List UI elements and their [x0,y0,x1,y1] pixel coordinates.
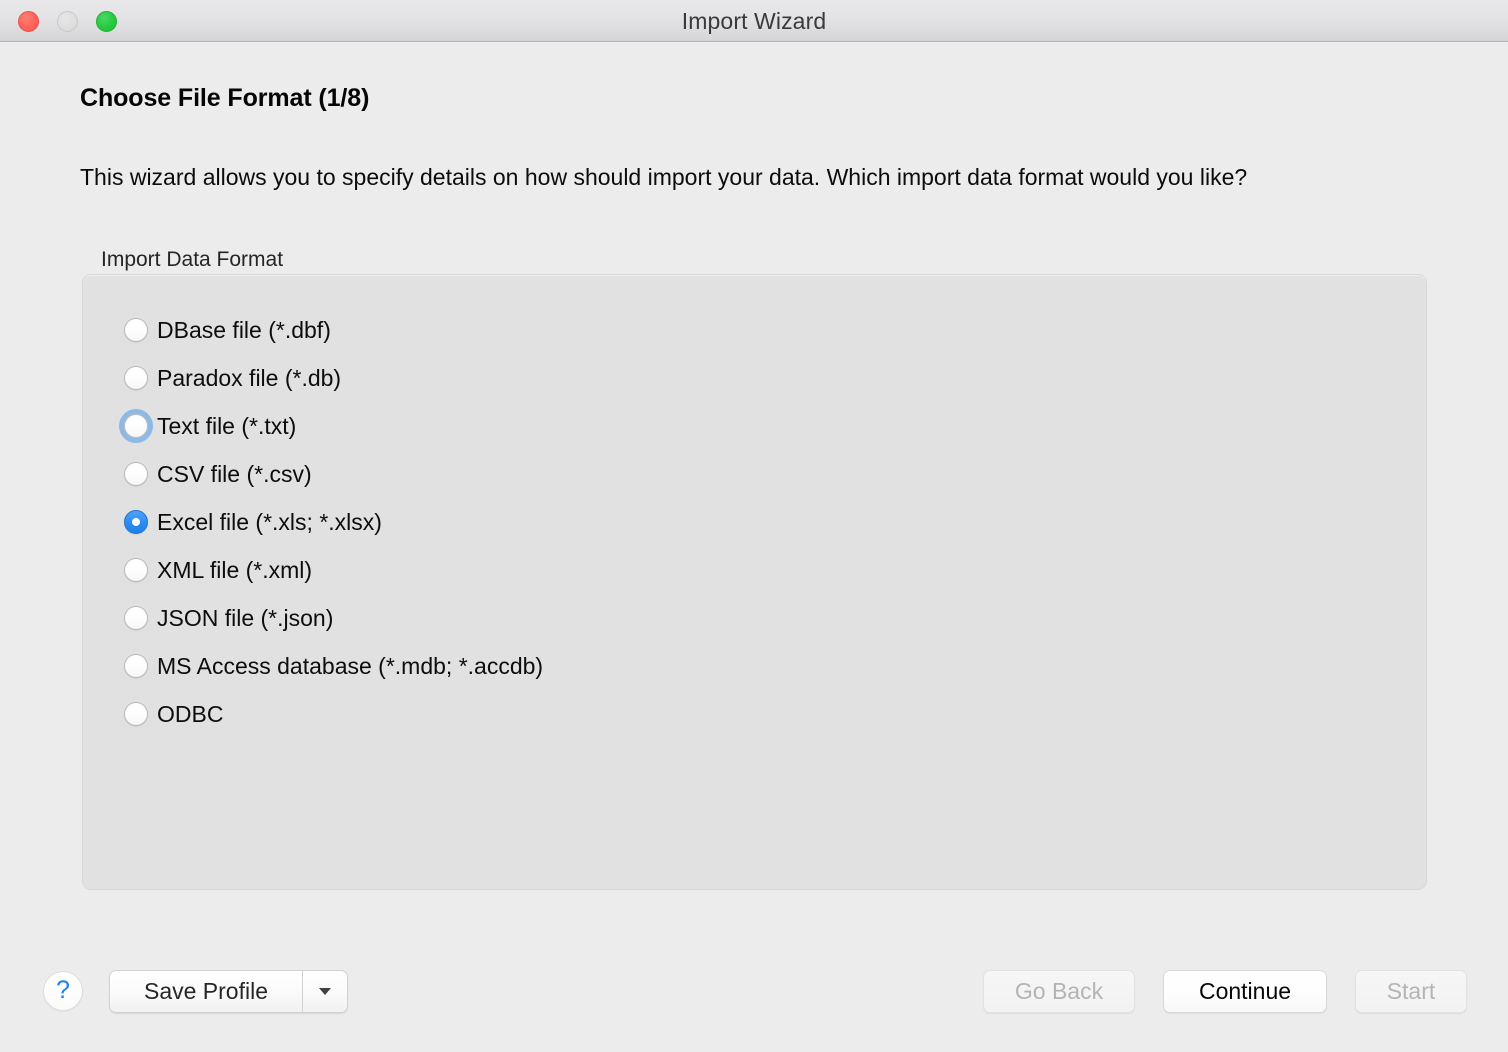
import-format-radio-group[interactable]: DBase file (*.dbf) Paradox file (*.db) Tex… [119,306,543,738]
radio-label: XML file (*.xml) [157,556,313,583]
radio-icon-unselected [124,606,148,630]
radio-icon-unselected [124,558,148,582]
save-profile-button[interactable]: Save Profile [109,970,302,1013]
radio-button[interactable] [119,457,153,491]
radio-label: MS Access database (*.mdb; *.accdb) [157,652,544,679]
radio-row[interactable]: Paradox file (*.db) [119,354,543,402]
page-description: This wizard allows you to specify detail… [80,164,1248,190]
radio-icon-unselected [124,654,148,678]
import-wizard-window: Import Wizard Choose File Format (1/8) T… [0,0,1508,1052]
radio-row[interactable]: Text file (*.txt) [119,402,543,450]
radio-button[interactable] [119,601,153,635]
radio-row[interactable]: DBase file (*.dbf) [119,306,543,354]
continue-button[interactable]: Continue [1163,970,1327,1013]
radio-row[interactable]: CSV file (*.csv) [119,450,543,498]
radio-icon-selected [124,510,148,534]
radio-button[interactable] [119,553,153,587]
window-titlebar: Import Wizard [0,0,1508,42]
radio-row[interactable]: Excel file (*.xls; *.xlsx) [119,498,543,546]
import-data-format-groupbox: DBase file (*.dbf) Paradox file (*.db) Tex… [82,274,1427,890]
radio-icon-unselected [124,462,148,486]
save-profile-split-button[interactable]: Save Profile [109,970,348,1013]
radio-row[interactable]: XML file (*.xml) [119,546,543,594]
radio-row[interactable]: ODBC [119,690,543,738]
radio-label: Text file (*.txt) [157,412,297,439]
radio-icon-unselected [124,414,148,438]
help-button[interactable]: ? [43,971,83,1011]
radio-label: JSON file (*.json) [157,604,334,631]
radio-label: Paradox file (*.db) [157,364,342,391]
radio-button[interactable] [119,409,153,443]
radio-icon-unselected [124,366,148,390]
window-title: Import Wizard [681,8,827,34]
radio-icon-unselected [124,318,148,342]
radio-icon-unselected [124,702,148,726]
radio-label: CSV file (*.csv) [157,460,312,487]
radio-label: Excel file (*.xls; *.xlsx) [157,508,382,535]
radio-button[interactable] [119,697,153,731]
go-back-button[interactable]: Go Back [983,970,1135,1013]
radio-button[interactable] [119,649,153,683]
page-title: Choose File Format (1/8) [80,84,370,112]
radio-label: DBase file (*.dbf) [157,316,331,343]
group-label: Import Data Format [101,248,284,271]
radio-button[interactable] [119,505,153,539]
radio-button[interactable] [119,313,153,347]
radio-row[interactable]: MS Access database (*.mdb; *.accdb) [119,642,543,690]
radio-label: ODBC [157,700,224,727]
radio-button[interactable] [119,361,153,395]
start-button[interactable]: Start [1355,970,1467,1013]
save-profile-dropdown-button[interactable] [302,970,348,1013]
radio-row[interactable]: JSON file (*.json) [119,594,543,642]
chevron-down-icon [319,988,331,995]
